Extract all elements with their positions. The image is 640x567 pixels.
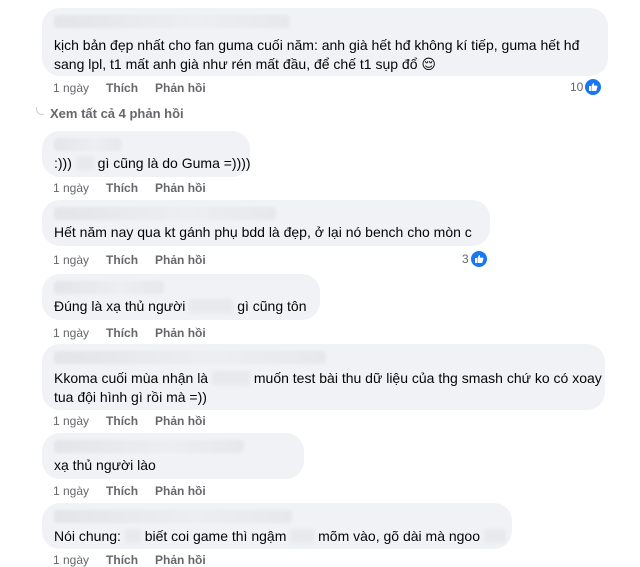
comment-time[interactable]: 1 ngày xyxy=(53,81,89,95)
reply-bubble: Đúng là xạ thủ người gì cũng tôn xyxy=(42,274,320,320)
comment-time[interactable]: 1 ngày xyxy=(53,484,89,498)
reply-link[interactable]: Phản hồi xyxy=(155,81,206,95)
comment-actions: 1 ngày Thích Phản hồi xyxy=(53,414,206,428)
redacted-word xyxy=(124,529,141,543)
reply-link[interactable]: Phản hồi xyxy=(155,553,206,567)
comment-time[interactable]: 1 ngày xyxy=(53,414,89,428)
redacted-word xyxy=(189,299,234,313)
comment-text: Hết năm nay qua kt gánh phụ bdd là đẹp, … xyxy=(54,224,472,240)
comment-text: xạ thủ người lào xyxy=(54,457,156,473)
like-link[interactable]: Thích xyxy=(106,414,138,428)
comment-actions: 1 ngày Thích Phản hồi xyxy=(53,553,206,567)
comment-text-line: kịch bản đẹp nhất cho fan guma cuối năm:… xyxy=(54,37,580,53)
see-all-replies-label: Xem tất cả 4 phản hồi xyxy=(50,106,184,121)
redacted-word xyxy=(75,156,94,170)
comment-time[interactable]: 1 ngày xyxy=(53,553,89,567)
reply-link[interactable]: Phản hồi xyxy=(155,326,206,340)
reply-bubble: Hết năm nay qua kt gánh phụ bdd là đẹp, … xyxy=(42,200,490,246)
thumbs-up-icon xyxy=(470,251,487,267)
like-link[interactable]: Thích xyxy=(106,181,138,195)
thumbs-up-icon xyxy=(585,79,602,95)
like-link[interactable]: Thích xyxy=(106,326,138,340)
reply-connector-icon xyxy=(36,106,44,115)
reaction-number: 10 xyxy=(570,80,584,94)
comment-actions: 1 ngày Thích Phản hồi xyxy=(53,181,206,195)
reply-link[interactable]: Phản hồi xyxy=(155,253,206,267)
comment-text: Đúng là xạ thủ người gì cũng tôn xyxy=(54,298,307,314)
like-link[interactable]: Thích xyxy=(106,484,138,498)
comment-time[interactable]: 1 ngày xyxy=(53,253,89,267)
like-link[interactable]: Thích xyxy=(106,553,138,567)
comment-actions: 1 ngày Thích Phản hồi xyxy=(53,326,206,340)
author-name-redacted xyxy=(54,138,122,151)
reply-bubble: Kkoma cuối mùa nhận là muốn test bài thu… xyxy=(42,344,605,410)
reply-link[interactable]: Phản hồi xyxy=(155,181,206,195)
reply-bubble: :))) gì cũng là do Guma =)))) xyxy=(42,131,251,177)
author-name-redacted xyxy=(54,510,292,523)
comment-time[interactable]: 1 ngày xyxy=(53,181,89,195)
author-name-redacted xyxy=(54,440,244,453)
comment-text: Kkoma cuối mùa nhận là muốn test bài thu… xyxy=(54,370,602,386)
comment-thread: kịch bản đẹp nhất cho fan guma cuối năm:… xyxy=(32,0,622,567)
redacted-word xyxy=(483,529,506,543)
reply-bubble: xạ thủ người lào xyxy=(42,433,304,479)
reaction-count[interactable]: 10 xyxy=(570,79,602,95)
comment-text-line: sang lpl, t1 mất anh già như rén mất đầu… xyxy=(54,56,436,72)
reaction-count[interactable]: 3 xyxy=(462,251,487,267)
like-link[interactable]: Thích xyxy=(106,253,138,267)
reply-link[interactable]: Phản hồi xyxy=(155,414,206,428)
author-name-redacted xyxy=(54,15,290,28)
author-name-redacted xyxy=(54,351,326,364)
comment-bubble: kịch bản đẹp nhất cho fan guma cuối năm:… xyxy=(42,8,608,76)
comment-time[interactable]: 1 ngày xyxy=(53,326,89,340)
author-name-redacted xyxy=(54,281,164,294)
redacted-word xyxy=(290,529,315,543)
comment-actions: 1 ngày Thích Phản hồi xyxy=(53,81,206,95)
comment-text: Nói chung: biết coi game thì ngậm mõm và… xyxy=(54,526,506,546)
comment-actions: 1 ngày Thích Phản hồi xyxy=(53,253,206,267)
comment-text: :))) gì cũng là do Guma =)))) xyxy=(54,155,251,171)
see-all-replies-link[interactable]: Xem tất cả 4 phản hồi xyxy=(36,106,184,121)
reply-bubble: Nói chung: biết coi game thì ngậm mõm và… xyxy=(42,503,512,549)
like-link[interactable]: Thích xyxy=(106,81,138,95)
author-name-redacted xyxy=(54,207,276,220)
redacted-word xyxy=(211,371,250,385)
reply-link[interactable]: Phản hồi xyxy=(155,484,206,498)
reaction-number: 3 xyxy=(462,252,469,266)
comment-actions: 1 ngày Thích Phản hồi xyxy=(53,484,206,498)
comment-text-line: tua đội hình gì rồi mà =)) xyxy=(54,389,207,405)
